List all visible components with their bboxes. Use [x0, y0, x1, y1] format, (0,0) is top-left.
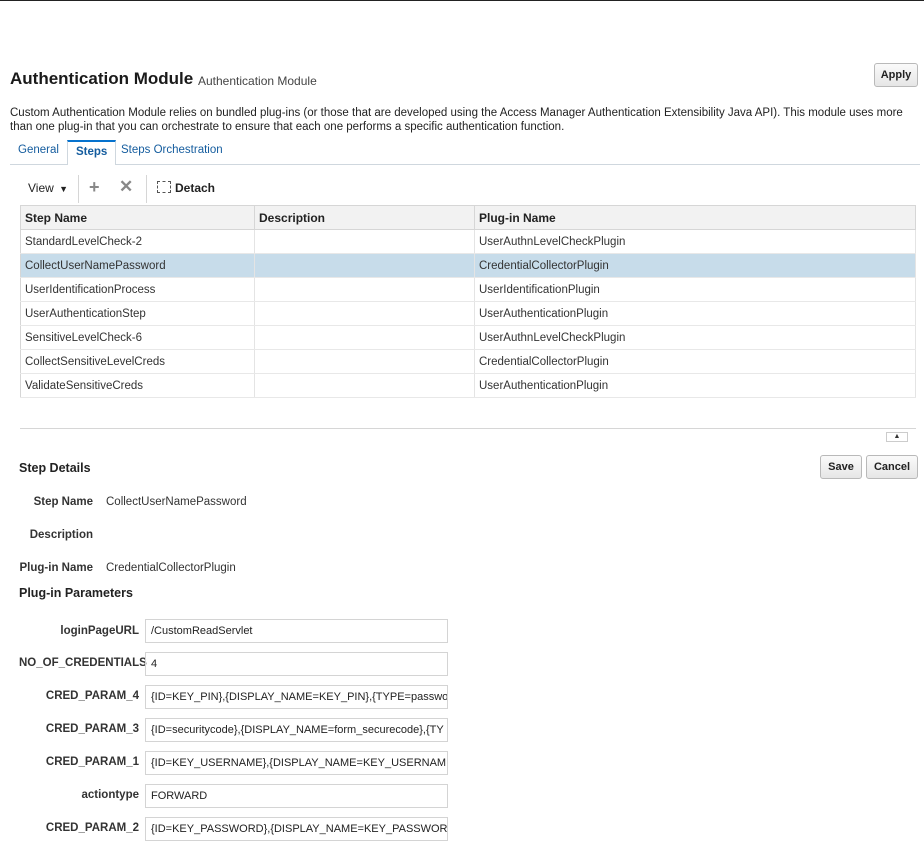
step-name-value: CollectUserNamePassword — [106, 496, 247, 508]
cell-step-name: UserAuthenticationStep — [20, 301, 255, 326]
apply-button[interactable]: Apply — [874, 63, 918, 87]
table-row[interactable]: StandardLevelCheck-2 UserAuthnLevelCheckP… — [20, 229, 916, 254]
cell-description — [254, 229, 475, 254]
delete-icon[interactable]: ✕ — [119, 177, 133, 197]
plugin-name-value: CredentialCollectorPlugin — [106, 562, 236, 574]
param-cred-param-2-field[interactable]: {ID=KEY_PASSWORD},{DISPLAY_NAME=KEY_PASS… — [145, 817, 448, 841]
save-button[interactable]: Save — [820, 455, 862, 479]
steps-toolbar: View ▼ + ✕ Detach — [20, 175, 920, 203]
cell-plugin-name: UserAuthenticationPlugin — [474, 373, 916, 398]
view-menu[interactable]: View ▼ — [28, 181, 68, 195]
page-title: Authentication Module — [10, 69, 194, 88]
param-label: CRED_PARAM_4 — [45, 690, 139, 702]
add-icon[interactable]: + — [89, 177, 100, 198]
section-divider — [20, 428, 916, 429]
tab-steps-orchestration[interactable]: Steps Orchestration — [113, 140, 231, 163]
cell-description — [254, 253, 475, 278]
detach-label: Detach — [175, 181, 216, 195]
param-label: actiontype — [81, 789, 139, 801]
chevron-down-icon: ▼ — [59, 184, 69, 194]
plugin-name-label: Plug-in Name — [19, 562, 93, 574]
cell-description — [254, 325, 475, 350]
collapse-panel-icon[interactable]: ▲ — [886, 432, 908, 442]
cell-step-name: CollectUserNamePassword — [20, 253, 255, 278]
cell-description — [254, 373, 475, 398]
table-row-selected[interactable]: CollectUserNamePassword CredentialCollect… — [20, 253, 916, 278]
cell-description — [254, 301, 475, 326]
param-no-of-credentials-field[interactable]: 4 — [145, 652, 448, 676]
column-header-step-name[interactable]: Step Name — [20, 205, 255, 230]
step-name-label: Step Name — [33, 496, 93, 508]
steps-table: Step Name Description Plug-in Name Stand… — [20, 205, 916, 398]
page-subtitle: Authentication Module — [198, 74, 317, 88]
param-actiontype-field[interactable]: FORWARD — [145, 784, 448, 808]
table-header-row: Step Name Description Plug-in Name — [20, 205, 916, 230]
param-cred-param-3-field[interactable]: {ID=securitycode},{DISPLAY_NAME=form_sec… — [145, 718, 448, 742]
detach-button[interactable]: Detach — [157, 181, 215, 195]
table-row[interactable]: CollectSensitiveLevelCreds CredentialColl… — [20, 349, 916, 374]
toolbar-separator — [78, 175, 79, 203]
tab-bar: General Steps Steps Orchestration — [10, 140, 920, 165]
cell-step-name: UserIdentificationProcess — [20, 277, 255, 302]
table-row[interactable]: UserIdentificationProcess UserIdentificat… — [20, 277, 916, 302]
top-border — [0, 0, 924, 1]
column-header-plugin-name[interactable]: Plug-in Name — [474, 205, 916, 230]
cell-description — [254, 349, 475, 374]
param-label: loginPageURL — [60, 625, 139, 637]
param-label: CRED_PARAM_3 — [45, 723, 139, 735]
table-row[interactable]: SensitiveLevelCheck-6 UserAuthnLevelCheck… — [20, 325, 916, 350]
cell-plugin-name: UserIdentificationPlugin — [474, 277, 916, 302]
param-login-page-url-field[interactable]: /CustomReadServlet — [145, 619, 448, 643]
cancel-button[interactable]: Cancel — [866, 455, 918, 479]
param-label: CRED_PARAM_1 — [45, 756, 139, 768]
param-label: NO_OF_CREDENTIALS — [19, 657, 147, 669]
toolbar-separator — [146, 175, 147, 203]
cell-step-name: CollectSensitiveLevelCreds — [20, 349, 255, 374]
cell-plugin-name: UserAuthnLevelCheckPlugin — [474, 229, 916, 254]
table-row[interactable]: ValidateSensitiveCreds UserAuthentication… — [20, 373, 916, 398]
column-header-description[interactable]: Description — [254, 205, 475, 230]
cell-plugin-name: CredentialCollectorPlugin — [474, 349, 916, 374]
view-menu-label: View — [28, 181, 54, 195]
cell-plugin-name: CredentialCollectorPlugin — [474, 253, 916, 278]
cell-plugin-name: UserAuthenticationPlugin — [474, 301, 916, 326]
cell-description — [254, 277, 475, 302]
param-cred-param-1-field[interactable]: {ID=KEY_USERNAME},{DISPLAY_NAME=KEY_USER… — [145, 751, 448, 775]
param-label: CRED_PARAM_2 — [45, 822, 139, 834]
param-cred-param-4-field[interactable]: {ID=KEY_PIN},{DISPLAY_NAME=KEY_PIN},{TYP… — [145, 685, 448, 709]
step-details-heading: Step Details — [19, 461, 91, 475]
description-label: Description — [29, 529, 93, 541]
tab-steps[interactable]: Steps — [67, 140, 117, 165]
tab-general[interactable]: General — [10, 140, 67, 163]
plugin-parameters-heading: Plug-in Parameters — [19, 586, 133, 600]
module-description: Custom Authentication Module relies on b… — [10, 107, 903, 133]
table-row[interactable]: UserAuthenticationStep UserAuthentication… — [20, 301, 916, 326]
cell-plugin-name: UserAuthnLevelCheckPlugin — [474, 325, 916, 350]
cell-step-name: SensitiveLevelCheck-6 — [20, 325, 255, 350]
cell-step-name: ValidateSensitiveCreds — [20, 373, 255, 398]
detach-icon — [157, 181, 171, 193]
cell-step-name: StandardLevelCheck-2 — [20, 229, 255, 254]
